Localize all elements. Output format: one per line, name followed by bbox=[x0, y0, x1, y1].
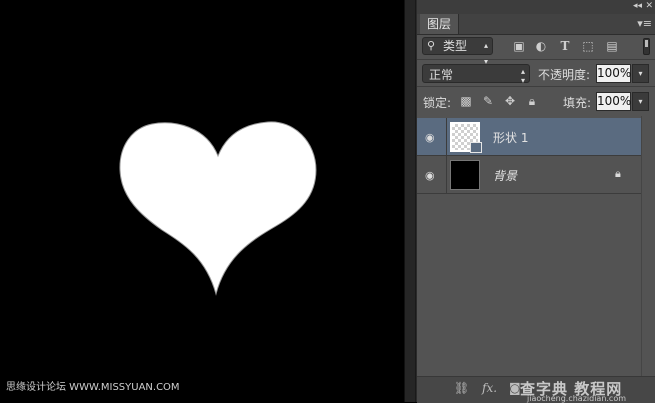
eye-icon: ◉ bbox=[425, 169, 435, 182]
opacity-label: 不透明度: bbox=[538, 68, 591, 82]
layer-row-background[interactable]: ◉ 背景 🔒︎ bbox=[417, 156, 641, 194]
layers-scrollbar[interactable] bbox=[641, 116, 655, 376]
eye-icon: ◉ bbox=[425, 131, 435, 144]
layer-row-shape[interactable]: ◉ 形状 1 bbox=[417, 118, 641, 156]
heart-shape[interactable] bbox=[118, 118, 318, 296]
link-icon[interactable]: ⛓ bbox=[454, 381, 469, 395]
lock-row: 锁定: ▩ ✎ ✥ 🔒︎ 填充: 100% ▾ bbox=[417, 88, 655, 113]
visibility-toggle[interactable]: ◉ bbox=[417, 156, 447, 193]
fill-dropdown-button[interactable]: ▾ bbox=[632, 92, 649, 111]
panel-menu-icon[interactable]: ▾≡ bbox=[637, 17, 652, 30]
search-icon: ⚲ bbox=[427, 39, 436, 52]
layer-name: 形状 1 bbox=[493, 131, 529, 145]
type-filter-icon[interactable]: T bbox=[558, 39, 572, 53]
lock-position-icon[interactable]: ✥ bbox=[503, 94, 517, 108]
panel-top-bar: ◂◂ ✕ bbox=[417, 0, 655, 14]
mask-icon[interactable]: ◙ bbox=[509, 381, 521, 395]
close-icon[interactable]: ✕ bbox=[645, 1, 653, 11]
layer-filter-row: ⚲ 类型 ▴ ▾ ▣ ◐ T ⬚ ▤ bbox=[417, 35, 655, 66]
layers-list: ◉ 形状 1 ◉ 背景 🔒︎ bbox=[417, 116, 655, 194]
blend-mode-select[interactable]: 正常 ▴ ▾ bbox=[422, 64, 530, 85]
double-chevron-left-icon[interactable]: ◂◂ bbox=[633, 1, 642, 11]
adjustment-filter-icon[interactable]: ◐ bbox=[534, 39, 548, 53]
panel-tab-bar: 图层 ▾≡ bbox=[417, 14, 655, 35]
filter-type-label: 类型 bbox=[443, 39, 468, 53]
layer-name: 背景 bbox=[493, 169, 518, 183]
panel-gutter bbox=[404, 0, 416, 402]
lock-all-icon[interactable]: 🔒︎ bbox=[525, 94, 539, 108]
smart-object-filter-icon[interactable]: ▤ bbox=[605, 39, 619, 53]
heart-path bbox=[119, 121, 317, 296]
blend-mode-value: 正常 bbox=[429, 68, 454, 82]
visibility-toggle[interactable]: ◉ bbox=[417, 118, 447, 155]
lock-icon: 🔒︎ bbox=[615, 167, 621, 180]
fill-input[interactable]: 100% bbox=[596, 92, 631, 111]
opacity-dropdown-button[interactable]: ▾ bbox=[632, 64, 649, 83]
lock-transparent-icon[interactable]: ▩ bbox=[459, 94, 473, 108]
fx-icon[interactable]: fx. bbox=[482, 381, 497, 395]
tab-layers[interactable]: 图层 bbox=[420, 14, 460, 34]
watermark-left: 思缘设计论坛 WWW.MISSYUAN.COM bbox=[6, 382, 180, 393]
divider bbox=[417, 86, 655, 87]
panel-bottom-bar: ⛓ fx. ◙ 查字典 教程网 jiaocheng.chazidian.com bbox=[417, 376, 655, 403]
lock-label: 锁定: bbox=[423, 96, 452, 110]
layers-panel: ◂◂ ✕ 图层 ▾≡ ⚲ 类型 ▴ ▾ ▣ ◐ T ⬚ ▤ 正常 ▴ ▾ 不透明度:… bbox=[416, 0, 655, 403]
opacity-input[interactable]: 100% bbox=[596, 64, 631, 83]
document-canvas[interactable]: 思缘设计论坛 WWW.MISSYUAN.COM bbox=[0, 0, 404, 402]
fill-label: 填充: bbox=[563, 96, 592, 110]
blend-row: 正常 ▴ ▾ 不透明度: 100% ▾ bbox=[417, 61, 655, 86]
image-filter-icon[interactable]: ▣ bbox=[512, 39, 526, 53]
select-arrows-icon: ▴ ▾ bbox=[520, 67, 525, 85]
divider bbox=[417, 59, 655, 60]
vector-mask-icon bbox=[470, 142, 482, 153]
layer-thumbnail-background[interactable] bbox=[450, 160, 480, 190]
shape-filter-icon[interactable]: ⬚ bbox=[581, 39, 595, 53]
filter-type-select[interactable]: ⚲ 类型 ▴ ▾ bbox=[422, 37, 493, 66]
lock-paint-icon[interactable]: ✎ bbox=[481, 94, 495, 108]
filter-toggle-switch[interactable] bbox=[643, 38, 650, 55]
